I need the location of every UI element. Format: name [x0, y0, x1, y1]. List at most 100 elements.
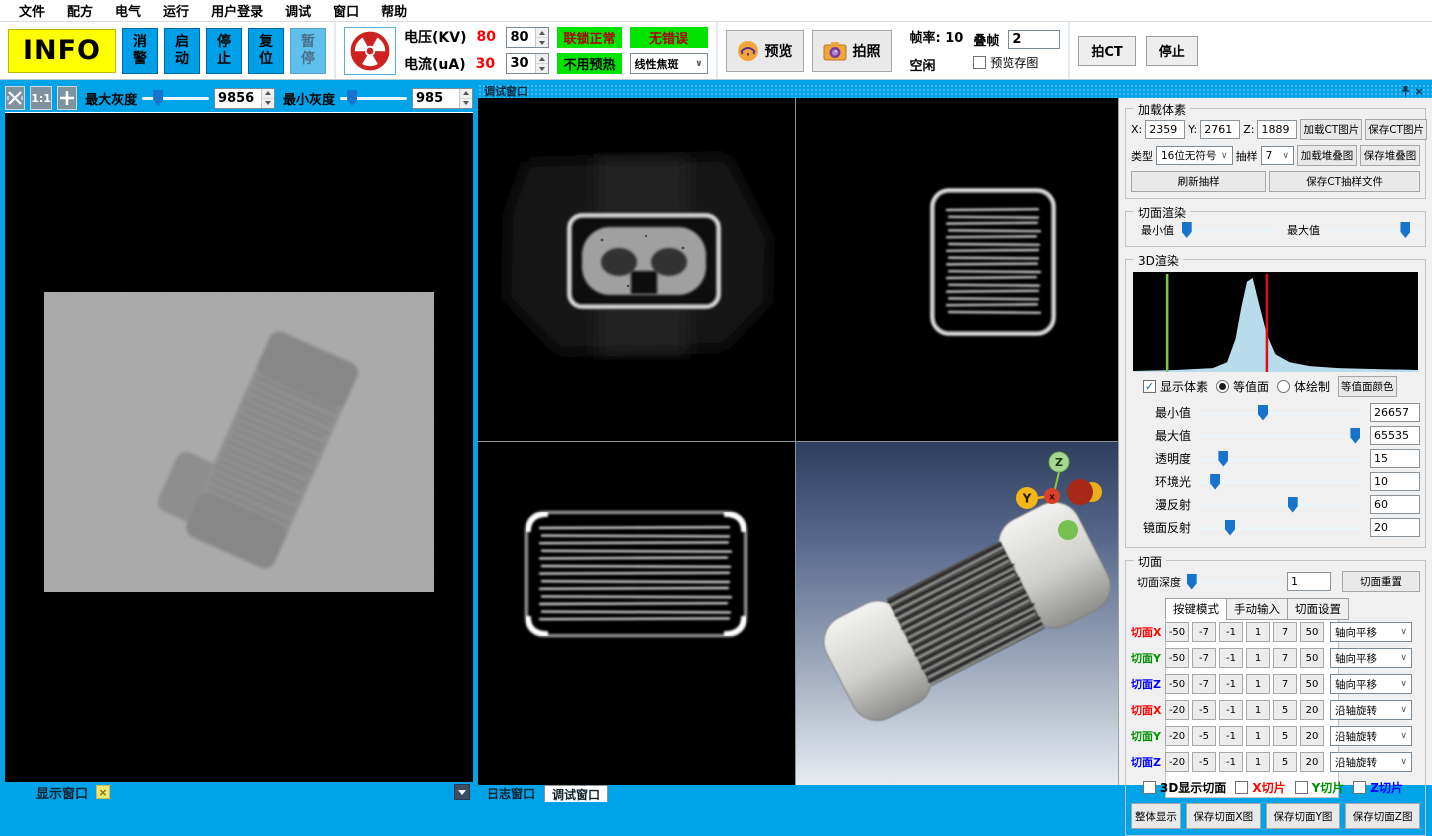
slice-step-button[interactable]: 7	[1273, 622, 1297, 642]
control-button-5[interactable]: 暂停	[290, 28, 326, 74]
slice-step-button[interactable]: -1	[1219, 752, 1243, 772]
slice-step-button[interactable]: -1	[1219, 648, 1243, 668]
slice-step-button[interactable]: 1	[1246, 700, 1270, 720]
close-icon[interactable]: ×	[1412, 85, 1426, 97]
slice-mode-select[interactable]: 沿轴旋转∨	[1330, 752, 1412, 772]
slice-mode-select[interactable]: 沿轴旋转∨	[1330, 726, 1412, 746]
save-ct-sample-button[interactable]: 保存CT抽样文件	[1269, 171, 1420, 192]
slider-thumb[interactable]	[1258, 405, 1268, 421]
slider-thumb[interactable]	[1182, 222, 1192, 238]
menu-item-8[interactable]: 帮助	[370, 1, 418, 20]
control-button-3[interactable]: 停止	[206, 28, 242, 74]
slider-thumb[interactable]	[153, 90, 163, 106]
slice-checkbox-1[interactable]: 3D显示切面	[1143, 779, 1226, 796]
slice-step-button[interactable]: 7	[1273, 648, 1297, 668]
isosurface-radio[interactable]: 等值面	[1216, 378, 1269, 395]
focus-mode-select[interactable]: 线性焦斑∨	[630, 53, 708, 74]
panel-dropdown-button[interactable]	[454, 784, 470, 800]
x-input[interactable]	[1145, 120, 1185, 139]
max-gray-slider[interactable]	[142, 90, 209, 106]
spin-arrows[interactable]	[261, 89, 274, 108]
current-input[interactable]	[507, 54, 535, 73]
refresh-sample-button[interactable]: 刷新抽样	[1131, 171, 1266, 192]
y-input[interactable]	[1200, 120, 1240, 139]
stack-frames-input[interactable]	[1008, 30, 1060, 49]
radiograph-viewport[interactable]	[5, 112, 473, 782]
slider-thumb[interactable]	[1218, 451, 1228, 467]
menu-item-1[interactable]: 文件	[8, 1, 56, 20]
shoot-ct-button[interactable]: 拍CT	[1078, 36, 1135, 66]
slice-tab-3[interactable]: 切面设置	[1287, 598, 1349, 620]
slice-step-button[interactable]: -20	[1165, 700, 1189, 720]
slice-tab-1[interactable]: 按键模式	[1165, 598, 1226, 620]
volume-render-3d-view[interactable]: Z Y x	[796, 442, 1118, 785]
slice-step-button[interactable]: 20	[1300, 700, 1324, 720]
render3d-slider-2[interactable]	[1197, 428, 1362, 444]
render3d-slider-5[interactable]	[1197, 497, 1362, 513]
render3d-slider-value[interactable]	[1370, 403, 1420, 422]
slice-depth-slider[interactable]	[1188, 574, 1280, 590]
slider-thumb[interactable]	[1225, 520, 1235, 536]
load-ct-images-button[interactable]: 加载CT图片	[1300, 119, 1362, 140]
snapshot-button[interactable]: 拍照	[812, 30, 892, 72]
transfer-function-histogram[interactable]	[1133, 272, 1418, 372]
show-voxel-checkbox[interactable]: ✓ 显示体素	[1143, 378, 1208, 395]
slice-step-button[interactable]: -7	[1192, 648, 1216, 668]
slice-mode-select[interactable]: 轴向平移∨	[1330, 674, 1412, 694]
menu-item-7[interactable]: 窗口	[322, 1, 370, 20]
render3d-slider-4[interactable]	[1197, 474, 1362, 490]
ct-slice-axial-view[interactable]	[478, 98, 795, 441]
slice-checkbox-3[interactable]: Y切片	[1295, 779, 1345, 796]
min-gray-slider[interactable]	[340, 90, 407, 106]
slice-step-button[interactable]: -1	[1219, 726, 1243, 746]
slice-step-button[interactable]: -1	[1219, 674, 1243, 694]
render3d-slider-value[interactable]	[1370, 426, 1420, 445]
slice-step-button[interactable]: -20	[1165, 752, 1189, 772]
render3d-slider-value[interactable]	[1370, 449, 1420, 468]
save-preview-checkbox[interactable]: 预览存图	[973, 54, 1060, 71]
save-stack-button[interactable]: 保存堆叠图	[1360, 145, 1420, 166]
slice-step-button[interactable]: 50	[1300, 674, 1324, 694]
render3d-slider-1[interactable]	[1197, 405, 1362, 421]
fit-view-button[interactable]	[5, 86, 25, 110]
slice-step-button[interactable]: -20	[1165, 726, 1189, 746]
zoom-1-1-button[interactable]: 1:1	[30, 86, 52, 110]
slice-step-button[interactable]: -5	[1192, 726, 1216, 746]
slice-step-button[interactable]: -50	[1165, 622, 1189, 642]
crosshair-button[interactable]	[57, 86, 77, 110]
save-ct-images-button[interactable]: 保存CT图片	[1365, 119, 1427, 140]
slice-min-slider[interactable]	[1177, 222, 1274, 238]
slider-thumb[interactable]	[1288, 497, 1298, 513]
slice-step-button[interactable]: -50	[1165, 674, 1189, 694]
render3d-slider-value[interactable]	[1370, 495, 1420, 514]
slice-step-button[interactable]: 5	[1273, 752, 1297, 772]
slice-step-button[interactable]: 5	[1273, 726, 1297, 746]
slider-thumb[interactable]	[1210, 474, 1220, 490]
menu-item-5[interactable]: 用户登录	[200, 1, 274, 20]
slice-step-button[interactable]: 5	[1273, 700, 1297, 720]
render3d-slider-6[interactable]	[1197, 520, 1362, 536]
control-button-4[interactable]: 复位	[248, 28, 284, 74]
menu-item-6[interactable]: 调试	[274, 1, 322, 20]
slice-step-button[interactable]: 50	[1300, 648, 1324, 668]
z-input[interactable]	[1257, 120, 1297, 139]
slice-step-button[interactable]: 1	[1246, 622, 1270, 642]
menu-item-4[interactable]: 运行	[152, 1, 200, 20]
min-gray-input[interactable]	[413, 89, 459, 108]
slice-mode-select[interactable]: 沿轴旋转∨	[1330, 700, 1412, 720]
slice-tab-2[interactable]: 手动输入	[1226, 598, 1287, 620]
spin-arrows[interactable]	[459, 89, 472, 108]
slice-step-button[interactable]: 20	[1300, 752, 1324, 772]
stop-ct-button[interactable]: 停止	[1146, 36, 1198, 66]
slice-step-button[interactable]: -7	[1192, 622, 1216, 642]
slice-step-button[interactable]: -5	[1192, 700, 1216, 720]
max-gray-spinbox[interactable]	[214, 88, 275, 109]
control-button-2[interactable]: 启动	[164, 28, 200, 74]
slice-step-button[interactable]: -1	[1219, 700, 1243, 720]
slice-mode-select[interactable]: 轴向平移∨	[1330, 648, 1412, 668]
slice-step-button[interactable]: 50	[1300, 622, 1324, 642]
slice-max-slider[interactable]	[1323, 222, 1420, 238]
voltage-spinbox[interactable]	[506, 27, 549, 48]
slice-step-button[interactable]: 1	[1246, 648, 1270, 668]
slice-step-button[interactable]: -1	[1219, 622, 1243, 642]
